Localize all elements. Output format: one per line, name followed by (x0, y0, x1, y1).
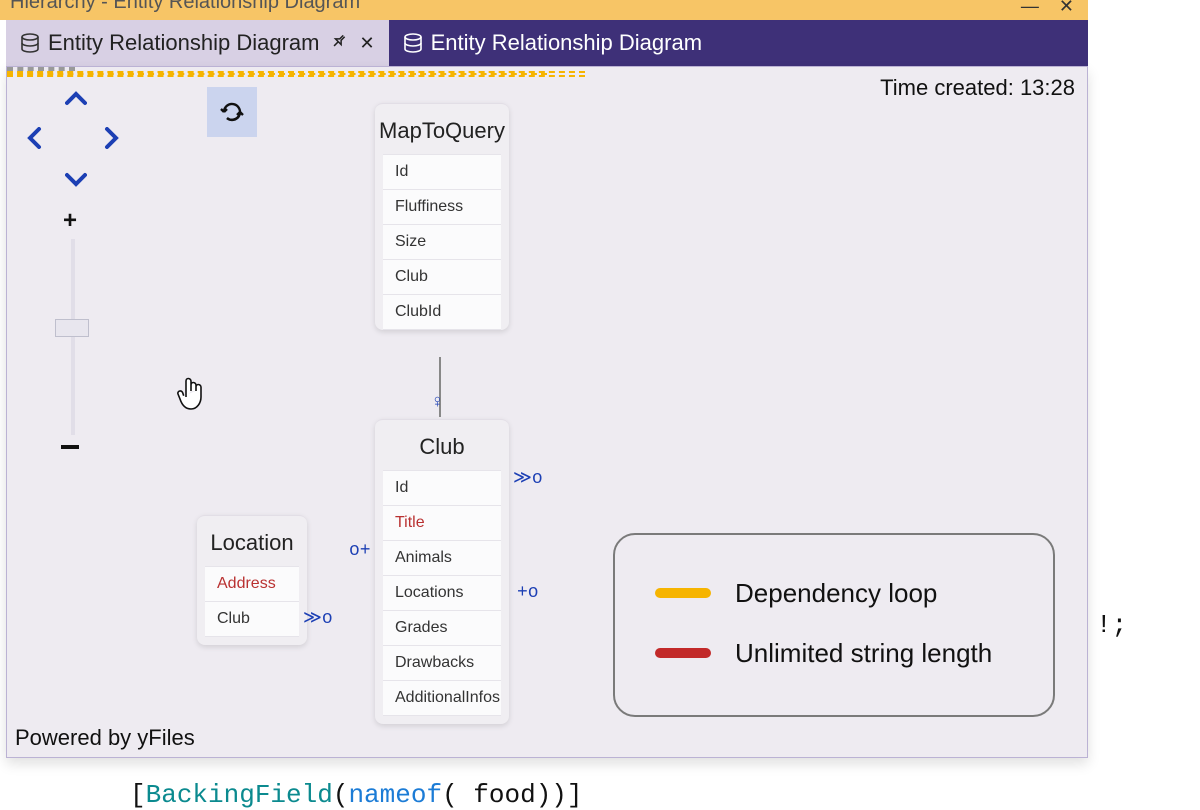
entity-field[interactable]: Fluffiness (383, 189, 501, 225)
relationship-endpoint-icon: ≫o (303, 607, 333, 629)
tab-label: Entity Relationship Diagram (48, 30, 319, 56)
close-icon[interactable]: ✕ (359, 33, 374, 54)
minimize-button[interactable]: — (1021, 0, 1039, 17)
tab-erd-active[interactable]: Entity Relationship Diagram ✕ (6, 20, 389, 66)
entity-field[interactable]: Locations (383, 575, 501, 611)
zoom-out-button[interactable] (61, 445, 79, 449)
legend-swatch-yellow (655, 588, 711, 598)
entity-title: MapToQuery (375, 104, 509, 154)
document-tabstrip: Entity Relationship Diagram ✕ Entity Rel… (6, 20, 1088, 66)
relationship-endpoint-icon: +o (517, 583, 539, 603)
entity-field[interactable]: Id (383, 154, 501, 190)
zoom-slider-track[interactable] (71, 239, 75, 435)
zoom-in-button[interactable]: + (63, 207, 77, 235)
close-button[interactable]: ✕ (1059, 0, 1074, 17)
window-title: Hierarchy - Entity Relationship Diagram (10, 0, 1021, 14)
diagram-viewer[interactable]: Time created: 13:28 + MapToQuery Id Fluf… (6, 66, 1088, 758)
legend-swatch-red (655, 648, 711, 658)
legend-label: Dependency loop (735, 578, 937, 609)
legend-box: Dependency loop Unlimited string length (613, 533, 1055, 717)
dependency-loop-line (7, 75, 585, 77)
entity-location[interactable]: Location Address Club (197, 515, 307, 645)
legend-label: Unlimited string length (735, 638, 992, 669)
relationship-endpoint-icon: ♀ (432, 393, 443, 413)
tab-label: Entity Relationship Diagram (431, 30, 702, 56)
zoom-slider-thumb[interactable] (55, 319, 89, 337)
legend-item: Unlimited string length (615, 623, 1053, 683)
entity-field[interactable]: ClubId (383, 294, 501, 330)
entity-field[interactable]: Grades (383, 610, 501, 646)
pan-right-button[interactable] (103, 127, 119, 155)
powered-by-label: Powered by yFiles (15, 725, 195, 751)
time-created-label: Time created: 13:28 (880, 75, 1075, 101)
entity-field[interactable]: Animals (383, 540, 501, 576)
entity-club[interactable]: Club Id Title Animals Locations Grades D… (375, 419, 509, 724)
pan-left-button[interactable] (27, 127, 43, 155)
entity-field[interactable]: Drawbacks (383, 645, 501, 681)
relationship-endpoint-icon: ≫o (513, 467, 543, 489)
entity-field[interactable]: AdditionalInfos (383, 680, 501, 716)
pin-icon[interactable] (331, 33, 347, 54)
refresh-button[interactable] (207, 87, 257, 137)
entity-field[interactable]: Club (383, 259, 501, 295)
window-titlebar: Hierarchy - Entity Relationship Diagram … (0, 0, 1088, 20)
entity-title: Club (375, 420, 509, 470)
pan-controls (17, 87, 137, 207)
entity-field[interactable]: Id (383, 470, 501, 506)
database-icon (20, 33, 40, 53)
entity-title: Location (197, 516, 307, 566)
entity-field[interactable]: Title (383, 505, 501, 541)
legend-item: Dependency loop (615, 563, 1053, 623)
pointer-cursor-icon (175, 375, 209, 423)
code-fragment: [BackingField(nameof( food))] (130, 780, 583, 810)
entity-field[interactable]: Club (205, 601, 299, 637)
database-icon (403, 33, 423, 53)
entity-field[interactable]: Address (205, 566, 299, 602)
pan-down-button[interactable] (65, 167, 87, 193)
tab-erd-inactive[interactable]: Entity Relationship Diagram (389, 20, 716, 66)
relationship-endpoint-icon: o+ (349, 541, 371, 561)
code-fragment-stray: !; (1096, 610, 1127, 640)
entity-field[interactable]: Size (383, 224, 501, 260)
entity-maptoquery[interactable]: MapToQuery Id Fluffiness Size Club ClubI… (375, 103, 509, 330)
pan-up-button[interactable] (65, 87, 87, 113)
